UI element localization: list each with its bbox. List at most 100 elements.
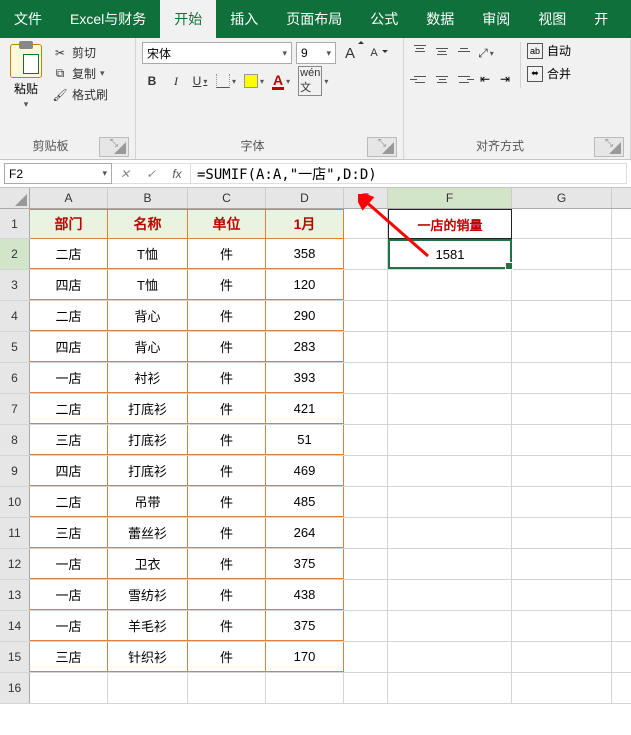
cell[interactable]: 件 [188,394,266,424]
row-header[interactable]: 10 [0,487,30,517]
decrease-indent-button[interactable]: ⇤ [476,70,494,88]
cell[interactable] [344,611,388,641]
cell[interactable]: 469 [266,456,344,486]
cell[interactable]: 一店 [30,580,108,610]
tab-more[interactable]: 开 [580,0,622,38]
row-header[interactable]: 16 [0,673,30,703]
formula-input[interactable]: =SUMIF(A:A,"一店",D:D) [191,163,627,184]
align-right-button[interactable] [454,70,474,88]
cell[interactable] [344,425,388,455]
font-name-select[interactable]: 宋体 ▾ [142,42,292,64]
border-button[interactable] [214,70,238,92]
cell[interactable]: 二店 [30,487,108,517]
cancel-formula-button[interactable]: ✕ [112,167,138,181]
result-value-cell[interactable]: 1581 [388,239,512,269]
cell[interactable]: 打底衫 [108,394,188,424]
cell[interactable]: 二店 [30,239,108,269]
cell[interactable] [344,673,388,703]
cell[interactable]: 四店 [30,332,108,362]
col-header-g[interactable]: G [512,188,612,208]
cell[interactable] [388,580,512,610]
increase-indent-button[interactable]: ⇥ [496,70,514,88]
row-header[interactable]: 7 [0,394,30,424]
bold-button[interactable]: B [142,70,162,92]
cell[interactable]: 衬衫 [108,363,188,393]
cell[interactable]: 卫衣 [108,549,188,579]
tab-view[interactable]: 视图 [524,0,580,38]
cell[interactable] [344,332,388,362]
cell[interactable] [388,549,512,579]
cell[interactable] [344,363,388,393]
col-header-a[interactable]: A [30,188,108,208]
cell[interactable]: T恤 [108,239,188,269]
cell[interactable]: 三店 [30,518,108,548]
cell[interactable] [388,332,512,362]
cell[interactable]: 吊带 [108,487,188,517]
col-header-d[interactable]: D [266,188,344,208]
cell[interactable] [512,611,612,641]
row-header[interactable]: 2 [0,239,30,269]
col-header-b[interactable]: B [108,188,188,208]
cell[interactable] [512,209,612,239]
cell[interactable] [512,394,612,424]
cell[interactable]: 四店 [30,456,108,486]
insert-function-button[interactable]: fx [164,167,190,181]
font-color-button[interactable]: A [270,70,292,92]
row-header[interactable]: 5 [0,332,30,362]
col-header-e[interactable]: E [344,188,388,208]
cell[interactable]: 三店 [30,425,108,455]
align-left-button[interactable] [410,70,430,88]
cell[interactable]: 背心 [108,301,188,331]
cell[interactable]: 件 [188,487,266,517]
tab-formula[interactable]: 公式 [356,0,412,38]
cell[interactable] [188,673,266,703]
tab-home[interactable]: 开始 [160,0,216,38]
dialog-launcher-icon[interactable]: ⤡ [99,137,129,157]
dialog-launcher-icon[interactable]: ⤡ [594,137,624,157]
cell[interactable] [388,425,512,455]
cell[interactable]: 438 [266,580,344,610]
row-header[interactable]: 4 [0,301,30,331]
cell[interactable]: 雪纺衫 [108,580,188,610]
cell[interactable]: 件 [188,518,266,548]
cell[interactable] [108,673,188,703]
cell[interactable] [512,270,612,300]
cell[interactable]: 三店 [30,642,108,672]
cell[interactable] [344,301,388,331]
cell[interactable]: 背心 [108,332,188,362]
row-header[interactable]: 13 [0,580,30,610]
cell[interactable]: 打底衫 [108,425,188,455]
cell[interactable] [388,673,512,703]
row-header[interactable]: 11 [0,518,30,548]
header-cell[interactable]: 1月 [266,209,344,239]
header-cell[interactable]: 单位 [188,209,266,239]
cell[interactable]: 51 [266,425,344,455]
cell[interactable] [512,549,612,579]
select-all-corner[interactable] [0,188,30,208]
cell[interactable]: 羊毛衫 [108,611,188,641]
cell[interactable] [512,487,612,517]
cell[interactable] [512,642,612,672]
col-header-f[interactable]: F [388,188,512,208]
row-header[interactable]: 9 [0,456,30,486]
header-cell[interactable]: 部门 [30,209,108,239]
result-label-cell[interactable]: 一店的销量 [388,209,512,239]
cell[interactable]: 件 [188,580,266,610]
align-center-button[interactable] [432,70,452,88]
cell[interactable] [388,270,512,300]
cell[interactable]: 件 [188,642,266,672]
fill-color-button[interactable] [242,70,266,92]
cell[interactable]: 件 [188,332,266,362]
cell[interactable] [344,456,388,486]
cell[interactable] [512,425,612,455]
copy-button[interactable]: ⧉ 复制 ▾ [52,65,108,82]
cell[interactable]: 件 [188,239,266,269]
tab-data[interactable]: 数据 [412,0,468,38]
align-middle-button[interactable] [432,42,452,60]
paste-dropdown-icon[interactable]: ▾ [24,99,29,110]
align-bottom-button[interactable] [454,42,474,60]
row-header[interactable]: 8 [0,425,30,455]
cell[interactable]: 件 [188,301,266,331]
cell[interactable] [266,673,344,703]
cell[interactable]: 358 [266,239,344,269]
